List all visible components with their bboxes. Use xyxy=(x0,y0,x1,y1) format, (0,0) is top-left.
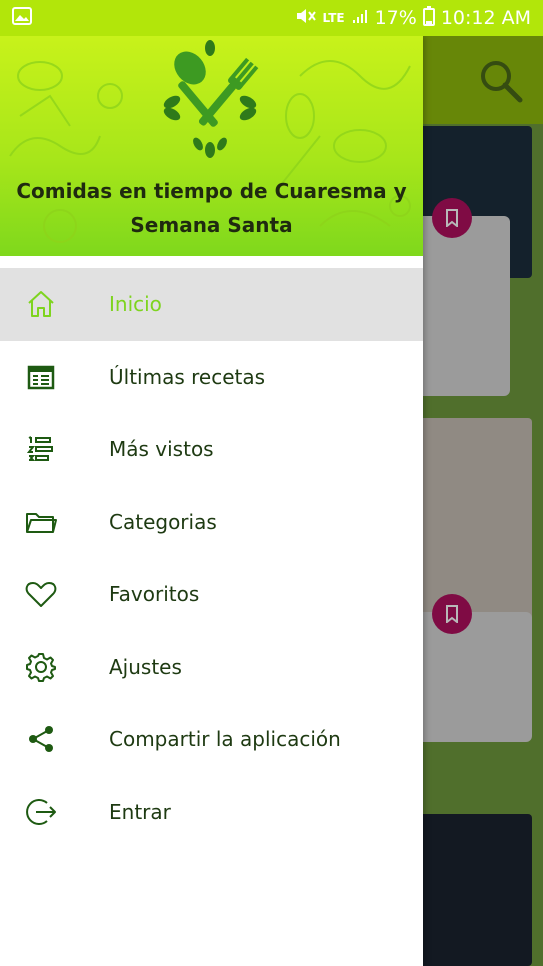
menu-item-inicio[interactable]: Inicio xyxy=(0,268,423,341)
menu-item-favoritos[interactable]: Favoritos xyxy=(0,558,423,631)
menu-item-compartir[interactable]: Compartir la aplicación xyxy=(0,703,423,776)
status-left xyxy=(12,7,32,29)
heart-icon xyxy=(22,575,60,613)
menu-item-label: Favoritos xyxy=(109,582,200,607)
login-icon xyxy=(22,793,60,831)
folder-icon xyxy=(22,503,60,541)
gallery-icon xyxy=(12,7,32,29)
menu-item-categorias[interactable]: Categorias xyxy=(0,486,423,559)
battery-icon xyxy=(422,5,435,31)
status-bar: LTE 17% 10:12 AM xyxy=(0,0,543,36)
home-icon xyxy=(22,285,60,323)
menu-item-label: Entrar xyxy=(109,799,171,824)
menu-item-label: Ajustes xyxy=(109,654,182,679)
drawer-title: Comidas en tiempo de Cuaresma y Semana S… xyxy=(16,179,407,237)
app-logo xyxy=(163,40,259,158)
menu-item-ajustes[interactable]: Ajustes xyxy=(0,631,423,704)
menu-item-label: Inicio xyxy=(109,292,162,317)
network-type: LTE xyxy=(322,11,345,25)
menu-item-label: Más vistos xyxy=(109,437,214,462)
calendar-icon xyxy=(22,358,60,396)
menu-item-label: Categorias xyxy=(109,509,217,534)
menu-item-label: Últimas recetas xyxy=(109,364,266,389)
gear-icon xyxy=(22,648,60,686)
signal-icon xyxy=(351,7,369,30)
menu-item-label: Compartir la aplicación xyxy=(109,727,341,752)
clock: 10:12 AM xyxy=(440,7,531,29)
ranked-list-icon xyxy=(22,430,60,468)
battery-level: 17% xyxy=(374,7,417,29)
menu-item-ultimas-recetas[interactable]: Últimas recetas xyxy=(0,341,423,414)
mute-icon xyxy=(295,6,317,31)
drawer-header: Comidas en tiempo de Cuaresma y Semana S… xyxy=(0,36,423,256)
share-icon xyxy=(22,720,60,758)
menu-item-entrar[interactable]: Entrar xyxy=(0,776,423,849)
drawer-menu: Inicio Últimas recetas Más vistos Catego… xyxy=(0,268,423,848)
menu-item-mas-vistos[interactable]: Más vistos xyxy=(0,413,423,486)
status-right: LTE 17% 10:12 AM xyxy=(295,5,531,31)
navigation-drawer: Comidas en tiempo de Cuaresma y Semana S… xyxy=(0,36,423,966)
